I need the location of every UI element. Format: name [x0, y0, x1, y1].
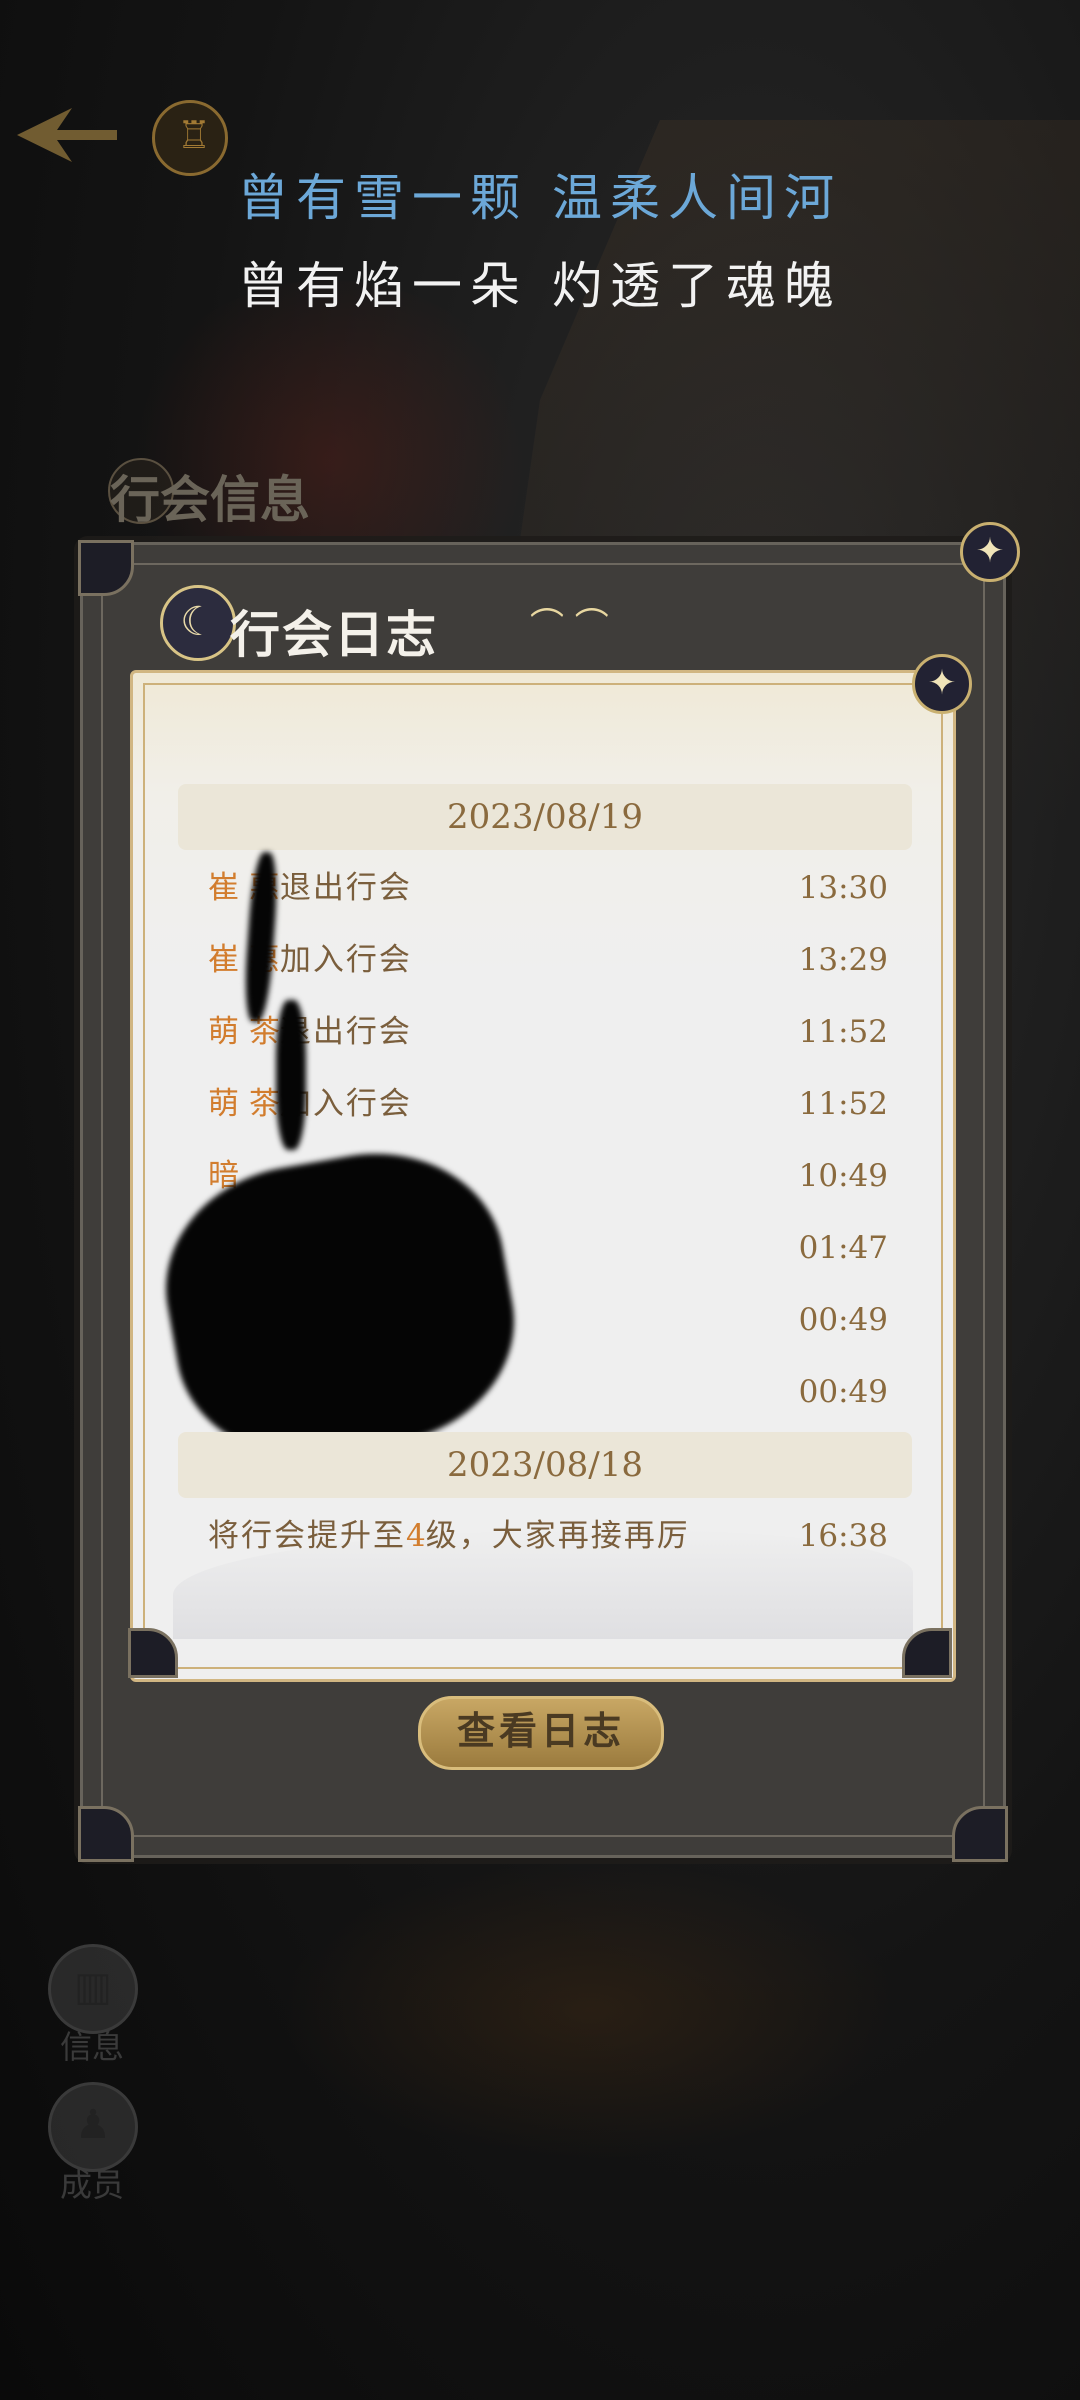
- log-time: 00:49: [798, 1302, 888, 1338]
- person-icon: ♟: [75, 2102, 111, 2148]
- guild-level: 4: [406, 1518, 426, 1554]
- log-time: 13:30: [798, 870, 888, 906]
- info-nav-button[interactable]: ▥: [48, 1944, 138, 2034]
- birds-ornament-icon: ⌒ ⌒: [530, 606, 609, 646]
- member-name: 萌 茶: [208, 1086, 280, 1122]
- log-time: 11:52: [798, 1014, 888, 1050]
- close-star-icon[interactable]: ✦: [912, 654, 972, 714]
- log-time: 16:38: [798, 1518, 888, 1554]
- log-time: 00:49: [798, 1374, 888, 1410]
- log-time: 11:52: [798, 1086, 888, 1122]
- poem-line-2: 曾有焰一朵 灼透了魂魄: [238, 257, 842, 315]
- corner-ornament: [78, 1806, 134, 1862]
- log-action: 退出行会: [279, 870, 412, 906]
- log-date-header: 2023/08/18: [178, 1432, 912, 1498]
- log-entry: 将行会提升至4级，大家再接再厉 16:38: [208, 1511, 888, 1561]
- log-entry: 崔 惠退出行会 13:30: [208, 863, 888, 913]
- info-nav-label: 信息: [59, 2028, 124, 2066]
- log-entry: 崔 惠加入行会 13:29: [208, 935, 888, 985]
- members-nav-label: 成员: [59, 2166, 124, 2204]
- log-time: 10:49: [798, 1158, 888, 1194]
- close-star-icon[interactable]: ✦: [960, 522, 1020, 582]
- background-ornament: [280, 1860, 900, 2160]
- log-action: 级，大家再接再厉: [425, 1518, 690, 1554]
- building-icon: ▥: [74, 1964, 112, 2010]
- log-time: 01:47: [798, 1230, 888, 1266]
- corner-ornament: [952, 1806, 1008, 1862]
- log-time: 13:29: [798, 942, 888, 978]
- log-action: 加入行会: [279, 942, 412, 978]
- member-name: 萌 茶: [208, 1014, 280, 1050]
- members-nav-button[interactable]: ♟: [48, 2082, 138, 2172]
- log-action: 将行会提升至: [208, 1518, 406, 1554]
- log-entry: 萌 茶退出行会 11:52: [208, 1007, 888, 1057]
- poem-line-1: 曾有雪一颗 温柔人间河: [238, 169, 842, 227]
- log-entry: 萌 茶加入行会 11:52: [208, 1079, 888, 1129]
- guild-log-title: 行会日志: [230, 605, 438, 664]
- moon-ornament-icon: ☾: [160, 585, 236, 661]
- guild-info-title: 行会信息: [110, 470, 310, 529]
- view-log-button[interactable]: 查看日志: [418, 1696, 664, 1770]
- log-date-header: 2023/08/19: [178, 784, 912, 850]
- redaction-mark: [276, 1000, 306, 1150]
